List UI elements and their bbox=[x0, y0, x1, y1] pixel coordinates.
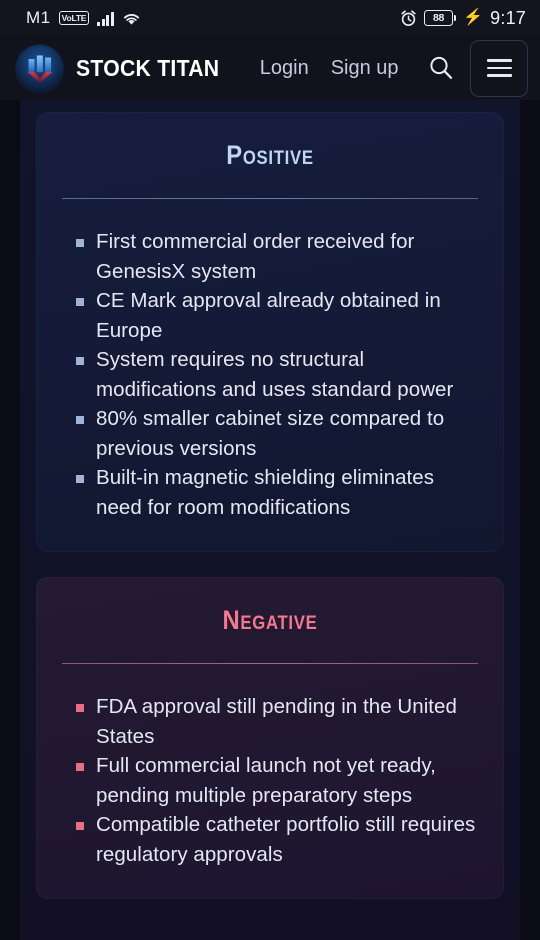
list-item: FDA approval still pending in the United… bbox=[76, 692, 482, 751]
list-item: Full commercial launch not yet ready, pe… bbox=[76, 751, 482, 810]
brand-home-link[interactable]: STOCK TITAN bbox=[16, 44, 232, 92]
negative-card-title: Negative bbox=[222, 605, 318, 635]
nav-icons bbox=[422, 39, 528, 97]
list-item: Compatible catheter portfolio still requ… bbox=[76, 810, 482, 869]
status-bar: M1 VoLTE 88 ⚡ 9:17 bbox=[0, 0, 540, 36]
list-item: Built-in magnetic shielding eliminates n… bbox=[76, 463, 482, 522]
status-bar-right: 88 ⚡ 9:17 bbox=[400, 8, 526, 29]
volte-badge: VoLTE bbox=[58, 11, 90, 25]
positive-bullet-list: First commercial order received for Gene… bbox=[58, 227, 482, 522]
login-link[interactable]: Login bbox=[260, 57, 309, 80]
positive-card-divider bbox=[62, 198, 478, 199]
nav-links: Login Sign up bbox=[260, 57, 399, 80]
app-navbar: STOCK TITAN Login Sign up bbox=[0, 36, 540, 100]
clock-time: 9:17 bbox=[490, 7, 526, 28]
list-item: CE Mark approval already obtained in Eur… bbox=[76, 286, 482, 345]
status-bar-left: M1 VoLTE bbox=[26, 8, 141, 28]
stock-titan-logo-icon bbox=[16, 44, 63, 92]
carrier-label: M1 bbox=[26, 8, 51, 27]
search-icon[interactable] bbox=[422, 49, 460, 87]
charging-bolt-icon: ⚡ bbox=[463, 9, 484, 26]
content-shell: Positive First commercial order received… bbox=[20, 100, 520, 940]
signup-link[interactable]: Sign up bbox=[331, 57, 399, 80]
positive-card: Positive First commercial order received… bbox=[36, 112, 504, 552]
negative-card: Negative FDA approval still pending in t… bbox=[36, 577, 504, 899]
negative-card-divider bbox=[62, 663, 478, 664]
wifi-icon bbox=[122, 11, 141, 26]
app-screen: M1 VoLTE 88 ⚡ 9:17 STOCK TITAN Login Sig… bbox=[0, 0, 540, 940]
list-item: 80% smaller cabinet size compared to pre… bbox=[76, 404, 482, 463]
brand-name: STOCK TITAN bbox=[76, 54, 220, 81]
negative-bullet-list: FDA approval still pending in the United… bbox=[58, 692, 482, 869]
alarm-clock-icon bbox=[400, 9, 417, 27]
page-body: Positive First commercial order received… bbox=[0, 100, 540, 940]
battery-percent-label: 88 bbox=[432, 12, 445, 24]
signal-bars-icon bbox=[97, 11, 115, 26]
list-item: System requires no structural modificati… bbox=[76, 345, 482, 404]
positive-card-title: Positive bbox=[226, 140, 314, 170]
list-item: First commercial order received for Gene… bbox=[76, 227, 482, 286]
battery-indicator: 88 bbox=[424, 10, 457, 26]
hamburger-menu-icon[interactable] bbox=[470, 39, 528, 97]
